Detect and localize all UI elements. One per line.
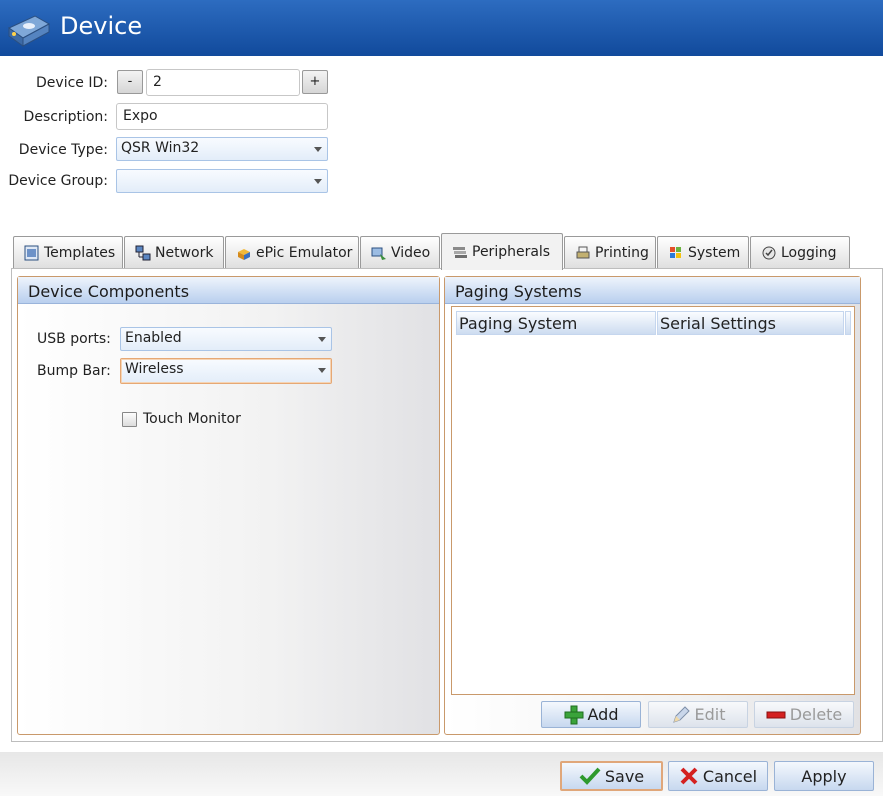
title-bar: Device: [0, 0, 883, 56]
device-icon: [8, 15, 51, 47]
chevron-down-icon: [318, 368, 326, 373]
templates-icon: [24, 245, 39, 261]
add-button-label: Add: [587, 705, 619, 724]
network-icon: [135, 245, 151, 261]
edit-button-label: Edit: [694, 705, 726, 724]
device-id-decrement-button[interactable]: -: [117, 70, 143, 94]
peripherals-tab-content: Device Components USB ports: Enabled Bum…: [11, 268, 883, 742]
column-header-serial-settings[interactable]: Serial Settings: [657, 311, 844, 335]
window-title: Device: [60, 12, 143, 40]
add-button[interactable]: Add: [541, 701, 641, 728]
save-button[interactable]: Save: [560, 761, 663, 791]
cancel-button[interactable]: Cancel: [668, 761, 768, 791]
pencil-icon: [672, 705, 690, 723]
bump-bar-select[interactable]: Wireless: [120, 358, 332, 384]
bump-bar-value: Wireless: [125, 361, 184, 377]
touch-monitor-label: Touch Monitor: [143, 411, 241, 427]
tab-label: ePic Emulator: [256, 245, 353, 261]
device-id-increment-button[interactable]: +: [302, 70, 328, 94]
tab-system[interactable]: System: [657, 236, 749, 269]
tab-label: System: [688, 245, 741, 261]
device-id-label: Device ID:: [36, 75, 108, 91]
tab-label: Network: [155, 245, 214, 261]
tab-peripherals[interactable]: Peripherals: [441, 233, 563, 270]
delete-button-label: Delete: [789, 705, 843, 724]
paging-systems-grid[interactable]: Paging System Serial Settings: [451, 306, 855, 695]
description-input[interactable]: Expo: [116, 103, 328, 130]
tab-label: Templates: [44, 245, 116, 261]
tab-label: Video: [391, 245, 431, 261]
edit-button[interactable]: Edit: [648, 701, 748, 728]
tab-label: Printing: [595, 245, 649, 261]
tab-label: Peripherals: [472, 244, 551, 260]
description-label: Description:: [23, 109, 108, 125]
usb-ports-select[interactable]: Enabled: [120, 327, 332, 351]
delete-button[interactable]: Delete: [754, 701, 854, 728]
usb-ports-value: Enabled: [125, 330, 182, 346]
paging-systems-panel: Paging Systems Paging System Serial Sett…: [444, 276, 861, 735]
windows-logo-icon: [670, 247, 681, 258]
cancel-button-label: Cancel: [702, 766, 758, 786]
close-icon: [680, 767, 698, 785]
apply-button-label: Apply: [801, 766, 847, 786]
column-header-paging-system[interactable]: Paging System: [456, 311, 656, 335]
printer-icon: [576, 246, 590, 259]
column-header-filler: [845, 311, 851, 335]
tab-label: Logging: [781, 245, 837, 261]
device-type-value: QSR Win32: [121, 140, 200, 156]
bump-bar-label: Bump Bar:: [37, 363, 111, 379]
tab-video[interactable]: Video: [360, 236, 440, 269]
device-components-header: Device Components: [18, 277, 439, 304]
tab-logging[interactable]: Logging: [750, 236, 850, 269]
paging-systems-header: Paging Systems: [445, 277, 860, 304]
device-group-label: Device Group:: [8, 173, 108, 189]
device-components-panel: Device Components USB ports: Enabled Bum…: [17, 276, 440, 735]
tab-network[interactable]: Network: [124, 236, 224, 269]
minus-icon: [766, 711, 786, 718]
emulator-icon: [238, 249, 250, 260]
peripherals-icon: [453, 247, 467, 258]
device-type-select[interactable]: QSR Win32: [116, 137, 328, 161]
save-button-label: Save: [604, 766, 645, 786]
apply-button[interactable]: Apply: [774, 761, 874, 791]
chevron-down-icon: [318, 337, 326, 342]
logging-icon: [762, 246, 776, 260]
tab-printing[interactable]: Printing: [564, 236, 656, 269]
chevron-down-icon: [314, 179, 322, 184]
plus-icon: [564, 705, 583, 724]
tab-epic-emulator[interactable]: ePic Emulator: [225, 236, 359, 269]
device-group-select[interactable]: [116, 169, 328, 193]
checkmark-icon: [579, 767, 601, 785]
device-id-input[interactable]: 2: [146, 69, 300, 96]
chevron-down-icon: [314, 147, 322, 152]
device-type-label: Device Type:: [18, 142, 108, 158]
usb-ports-label: USB ports:: [37, 331, 111, 347]
touch-monitor-checkbox[interactable]: [122, 412, 137, 427]
video-icon: [371, 247, 386, 260]
tab-templates[interactable]: Templates: [13, 236, 123, 269]
